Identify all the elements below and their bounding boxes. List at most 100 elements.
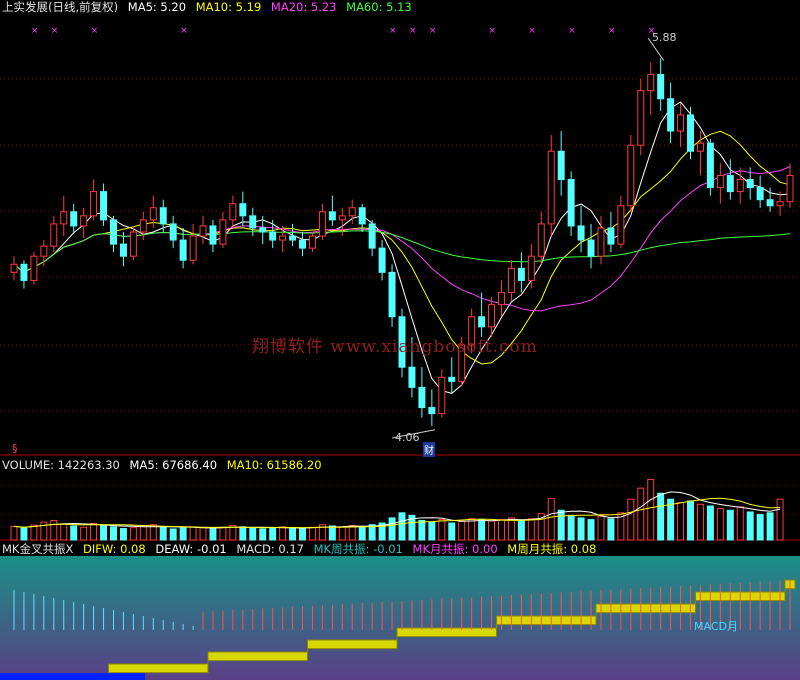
candle-body[interactable] <box>428 407 436 415</box>
candle[interactable] <box>80 207 88 239</box>
volume-bar[interactable] <box>328 525 336 541</box>
candle-body[interactable] <box>80 215 88 227</box>
candle-body[interactable] <box>776 201 784 207</box>
volume-bar[interactable] <box>428 521 436 541</box>
candle-body[interactable] <box>706 142 714 189</box>
volume-bar[interactable] <box>249 527 257 541</box>
candle-body[interactable] <box>10 263 18 273</box>
candle-body[interactable] <box>239 203 247 217</box>
candle-body[interactable] <box>249 215 257 229</box>
candle-body[interactable] <box>259 227 267 233</box>
volume-bar[interactable] <box>110 526 117 541</box>
candle-body[interactable] <box>567 179 575 227</box>
volume-bar[interactable] <box>299 528 306 541</box>
candle-body[interactable] <box>378 247 386 273</box>
candle-body[interactable] <box>577 225 585 241</box>
candle-body[interactable] <box>448 376 456 382</box>
candle-body[interactable] <box>388 271 396 318</box>
candle[interactable] <box>139 211 147 241</box>
candle[interactable] <box>308 231 316 253</box>
volume-bar[interactable] <box>10 525 18 541</box>
candle-body[interactable] <box>696 142 704 152</box>
candle-body[interactable] <box>557 150 565 181</box>
volume-bar[interactable] <box>696 503 704 541</box>
candle-body[interactable] <box>478 316 486 328</box>
candle-body[interactable] <box>418 386 426 409</box>
candle-body[interactable] <box>368 223 376 249</box>
volume-bar[interactable] <box>398 512 406 541</box>
candle[interactable] <box>716 163 724 204</box>
candle-body[interactable] <box>40 245 48 257</box>
candle[interactable] <box>328 195 336 226</box>
candle-body[interactable] <box>328 211 336 221</box>
candle-body[interactable] <box>736 179 744 193</box>
candle[interactable] <box>289 223 297 247</box>
candle-body[interactable] <box>229 203 237 221</box>
candle[interactable] <box>696 131 704 176</box>
candle[interactable] <box>209 219 217 253</box>
candle[interactable] <box>269 219 277 249</box>
volume-bar[interactable] <box>338 526 346 541</box>
volume-bar[interactable] <box>129 527 137 541</box>
candle-body[interactable] <box>60 211 68 225</box>
candle-body[interactable] <box>358 207 366 225</box>
volume-bar[interactable] <box>20 527 28 541</box>
candle-body[interactable] <box>90 191 98 217</box>
volume-bar[interactable] <box>279 526 287 541</box>
volume-bar[interactable] <box>269 527 277 541</box>
volume-bar[interactable] <box>80 526 88 541</box>
candle-body[interactable] <box>786 174 794 203</box>
volume-bar[interactable] <box>70 525 78 541</box>
candle[interactable] <box>119 231 127 267</box>
volume-bar[interactable] <box>706 505 714 541</box>
volume-bar[interactable] <box>567 514 575 541</box>
cai-badge[interactable]: 财 <box>423 442 435 457</box>
candle-body[interactable] <box>209 225 217 245</box>
candle-body[interactable] <box>587 239 595 257</box>
candle[interactable] <box>657 58 665 111</box>
candle[interactable] <box>70 203 78 232</box>
candle[interactable] <box>60 195 68 237</box>
candle[interactable] <box>507 260 515 301</box>
candle[interactable] <box>448 357 456 394</box>
candle[interactable] <box>627 135 635 212</box>
candle[interactable] <box>368 219 376 257</box>
candle-body[interactable] <box>169 223 177 241</box>
candle[interactable] <box>189 223 197 265</box>
candle-body[interactable] <box>547 150 555 225</box>
volume-bar[interactable] <box>557 509 565 541</box>
candle[interactable] <box>100 183 108 226</box>
volume-bar[interactable] <box>90 522 98 541</box>
volume-bar[interactable] <box>219 526 227 541</box>
candle-body[interactable] <box>139 219 147 233</box>
candle-body[interactable] <box>279 235 287 241</box>
candle[interactable] <box>607 211 615 253</box>
candle[interactable] <box>617 195 625 249</box>
candle-body[interactable] <box>627 144 635 207</box>
volume-bar[interactable] <box>358 526 366 541</box>
volume-bar[interactable] <box>627 498 635 541</box>
candle[interactable] <box>498 280 505 317</box>
candle[interactable] <box>50 215 58 253</box>
volume-bar[interactable] <box>60 523 68 541</box>
volume-bar[interactable] <box>199 527 207 541</box>
candle[interactable] <box>20 260 28 289</box>
volume-bar[interactable] <box>119 528 127 541</box>
candle-body[interactable] <box>647 74 655 92</box>
candle-body[interactable] <box>677 114 685 132</box>
volume-bar[interactable] <box>468 518 476 541</box>
candle[interactable] <box>388 264 396 327</box>
candle[interactable] <box>637 78 645 156</box>
candle-body[interactable] <box>408 366 416 388</box>
volume-bar[interactable] <box>647 479 655 541</box>
candle-body[interactable] <box>269 231 277 241</box>
candle[interactable] <box>418 367 426 418</box>
candle-body[interactable] <box>129 231 137 257</box>
volume-bar[interactable] <box>547 497 555 541</box>
volume-bar[interactable] <box>517 519 525 541</box>
candle[interactable] <box>229 195 237 228</box>
volume-bar[interactable] <box>498 519 505 541</box>
volume-bar[interactable] <box>30 524 38 541</box>
volume-bar[interactable] <box>507 517 515 541</box>
candle-body[interactable] <box>348 207 356 217</box>
